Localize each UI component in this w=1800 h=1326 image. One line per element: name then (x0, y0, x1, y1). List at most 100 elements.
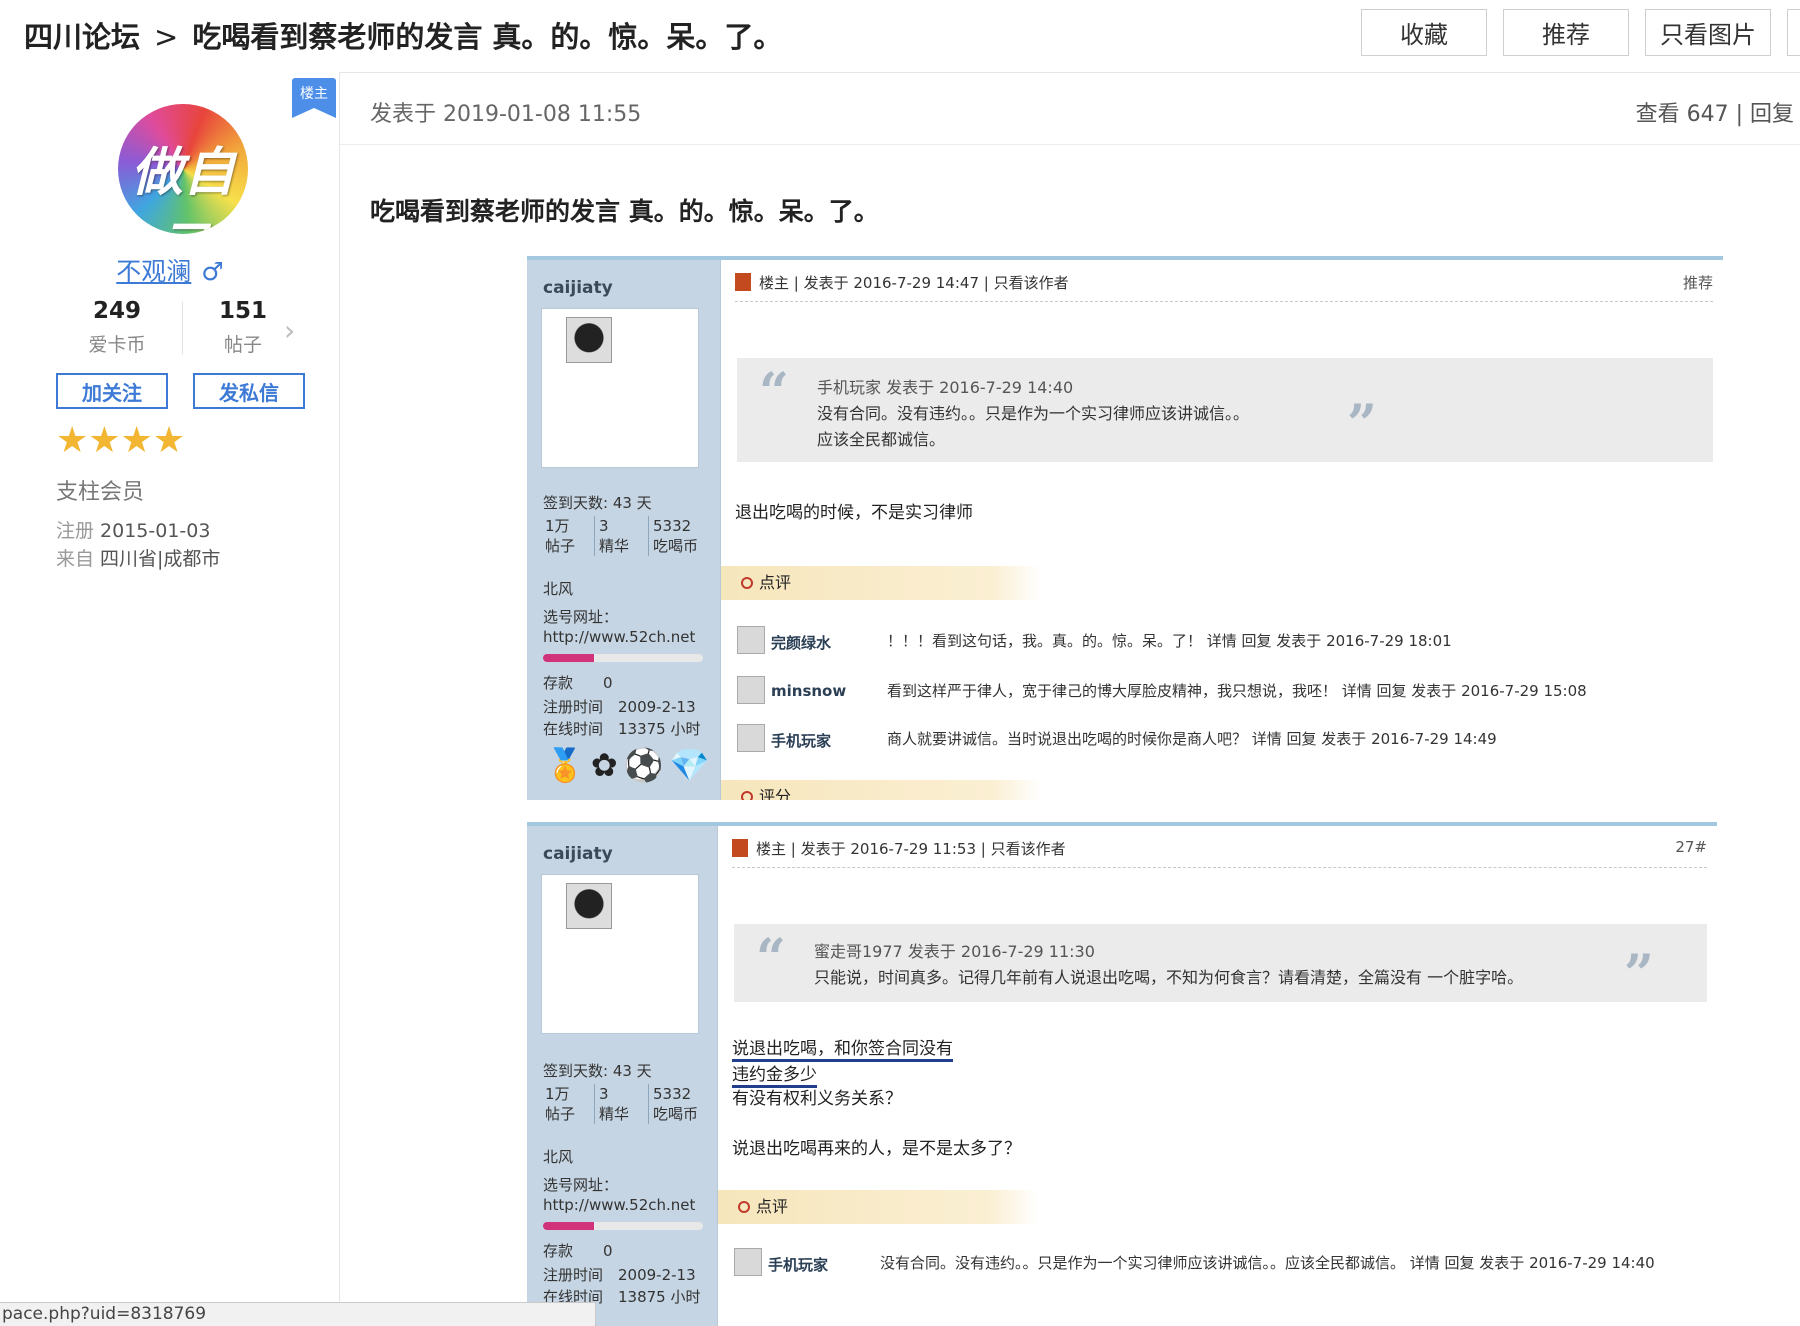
shot1-username: caijiaty (543, 278, 613, 298)
shot1-group: 北风 (543, 580, 574, 598)
shot1-url: http://www.52ch.net (543, 628, 696, 646)
comment-item: 完颜绿水 ！！！看到这句话，我。真。的。惊。呆。了！ 详情 回复 发表于 201… (737, 624, 1713, 658)
shot2-url-label: 选号网址： (543, 1176, 619, 1194)
author-name-link[interactable]: 不观澜 (116, 257, 191, 286)
location-info: 来自 四川省|成都市 (56, 544, 220, 571)
quote-open-icon: “ (756, 928, 786, 989)
meta-divider (340, 144, 1800, 145)
shot1-quote-author: 手机玩家 发表于 2016-7-29 14:40 (817, 378, 1074, 397)
shot1-stat-digest: 3 精华 (597, 516, 649, 556)
shot2-avatar-box (541, 874, 699, 1034)
shot1-comment-band: 点评 (721, 566, 1041, 600)
from-label: 来自 (56, 548, 95, 570)
coins-count: 249 (92, 298, 141, 324)
author-avatar[interactable]: 做自己 (118, 104, 248, 234)
shot2-reply-line3: 有没有权利义务关系？ (732, 1089, 902, 1109)
shot2-reply-line1: 说退出吃喝，和你签合同没有 (732, 1034, 953, 1062)
shot1-post-panel: 楼主 | 发表于 2016-7-29 14:47 | 只看该作者 推荐 “ 手机… (720, 260, 1723, 800)
coins-stat[interactable]: 249 爱卡币 (62, 298, 172, 357)
member-rank: 支柱会员 (56, 480, 145, 505)
shot1-owner-icon (735, 273, 751, 291)
shot1-stat-key: 吃喝币 (653, 537, 699, 555)
comment-text: 没有合同。没有违约。。只是作为一个实习律师应该讲诚信。。应该全民都诚信。 详情 … (880, 1254, 1655, 1272)
comment-author: minsnow (771, 682, 847, 700)
chevron-right-icon[interactable]: › (284, 314, 295, 347)
shot2-deposit: 存款 0 (543, 1242, 613, 1260)
avatar-text: 做自己 (130, 142, 235, 234)
comment-avatar (737, 676, 765, 704)
embedded-image-1[interactable]: caijiaty 签到天数: 43 天 1万 帖子 3 精华 5332 吃喝币 北风 … (527, 256, 1723, 800)
favorite-button[interactable]: 收藏 (1361, 9, 1487, 56)
comment-avatar (737, 724, 765, 752)
author-name-row: 不观澜 ♂ (0, 252, 340, 288)
shot2-stat-value: 5332 (653, 1085, 692, 1103)
breadcrumb: 四川论坛 > 吃喝看到蔡老师的发言 真。的。惊。呆。了。 (24, 14, 782, 56)
male-icon: ♂ (201, 257, 224, 286)
shot2-stat-posts: 1万帖子 (543, 1084, 595, 1124)
thread-title: 吃喝看到蔡老师的发言 真。的。惊。呆。了。 (192, 20, 783, 54)
post-body-title: 吃喝看到蔡老师的发言 真。的。惊。呆。了。 (370, 197, 879, 226)
top-bar: 四川论坛 > 吃喝看到蔡老师的发言 真。的。惊。呆。了。 收藏 推荐 只看图片 (0, 0, 1800, 72)
shot2-stat-value: 3 (599, 1085, 609, 1103)
more-button[interactable] (1787, 9, 1800, 56)
posts-count: 151 (218, 298, 267, 324)
shot2-floor-number: 27# (1675, 838, 1707, 856)
shot2-progress-bar (543, 1222, 703, 1230)
view-reply-count: 查看 647 | 回复 (1635, 102, 1794, 127)
message-button[interactable]: 发私信 (193, 373, 305, 409)
shot1-avatar-box (541, 308, 699, 468)
quote-open-icon: “ (759, 362, 789, 423)
comment-author: 手机玩家 (771, 732, 832, 750)
shot2-quote-author: 蜜走哥1977 发表于 2016-7-29 11:30 (814, 942, 1095, 961)
comment-author: 手机玩家 (768, 1256, 829, 1274)
shot2-stat-key: 帖子 (545, 1105, 576, 1123)
shot2-stat-value: 1万 (545, 1085, 570, 1103)
shot2-stat-key: 吃喝币 (653, 1105, 699, 1123)
shot1-quote: “ 手机玩家 发表于 2016-7-29 14:40 没有合同。没有违约。。只是… (737, 358, 1713, 462)
owner-badge: 楼主 (292, 78, 336, 118)
comment-avatar (737, 626, 765, 654)
shot2-username: caijiaty (543, 844, 613, 864)
status-bar-url: pace.php?uid=8318769 (0, 1302, 596, 1326)
shot2-comment-band-label: 点评 (756, 1197, 789, 1216)
shot1-quote-line2: 应该全民都诚信。 (817, 430, 946, 449)
quote-close-icon: ” (1347, 394, 1377, 455)
shot2-progress-fill (543, 1222, 595, 1230)
shot2-user-panel: caijiaty 签到天数: 43 天 1万 帖子 3 精华 5332 吃喝币 北风 … (527, 826, 717, 1326)
comment-text: ！！！看到这句话，我。真。的。惊。呆。了！ 详情 回复 发表于 2016-7-2… (887, 632, 1452, 650)
shot2-comment-band: 点评 (718, 1190, 1038, 1224)
comment-item: 手机玩家 商人就要讲诚信。当时说退出吃喝的时候你是商人吧？ 详情 回复 发表于 … (737, 722, 1713, 756)
follow-button[interactable]: 加关注 (56, 373, 168, 409)
shot1-online-time: 在线时间 13375 小时 (543, 720, 701, 738)
shot1-header-text: 楼主 | 发表于 2016-7-29 14:47 | 只看该作者 (759, 274, 1069, 292)
register-date: 2015-01-03 (100, 520, 211, 542)
recommend-button[interactable]: 推荐 (1503, 9, 1629, 56)
shot2-stat-key: 精华 (599, 1105, 630, 1123)
posts-stat[interactable]: 151 帖子 (188, 298, 298, 357)
breadcrumb-forum-link[interactable]: 四川论坛 (24, 20, 140, 54)
shot1-user-panel: caijiaty 签到天数: 43 天 1万 帖子 3 精华 5332 吃喝币 北风 … (527, 260, 720, 800)
shot2-owner-icon (732, 839, 748, 857)
stat-divider (182, 302, 183, 354)
shot1-progress-bar (543, 654, 703, 662)
shot2-post-panel: 楼主 | 发表于 2016-7-29 11:53 | 只看该作者 27# “ 蜜… (717, 826, 1717, 1326)
star-rating-icon: ★★★★ (56, 420, 186, 461)
shot1-stat-value: 3 (599, 517, 609, 535)
circle-icon (741, 577, 753, 589)
shot2-reg-time: 注册时间 2009-2-13 (543, 1266, 696, 1284)
shot1-url-label: 选号网址： (543, 608, 619, 626)
comment-item: minsnow 看到这样严于律人，宽于律己的博大厚脸皮精神，我只想说，我呸！ 详… (737, 674, 1713, 708)
post-time: 发表于 2019-01-08 11:55 (370, 102, 642, 127)
shot2-avatar (566, 883, 612, 929)
shot1-deposit: 存款 0 (543, 674, 613, 692)
register-label: 注册 (56, 520, 95, 542)
shot1-sign-days: 签到天数: 43 天 (543, 494, 652, 512)
shot1-stat-value: 1万 (545, 517, 570, 535)
shot1-reg-time: 注册时间 2009-2-13 (543, 698, 696, 716)
circle-icon (738, 1201, 750, 1213)
embedded-image-2[interactable]: caijiaty 签到天数: 43 天 1万 帖子 3 精华 5332 吃喝币 北风 … (527, 822, 1717, 1326)
images-only-button[interactable]: 只看图片 (1645, 9, 1771, 56)
shot1-stat-value: 5332 (653, 517, 692, 535)
shot2-quote: “ 蜜走哥1977 发表于 2016-7-29 11:30 只能说，时间真多。记… (734, 924, 1707, 1005)
shot1-rate-band-label: 评分 (759, 787, 792, 800)
